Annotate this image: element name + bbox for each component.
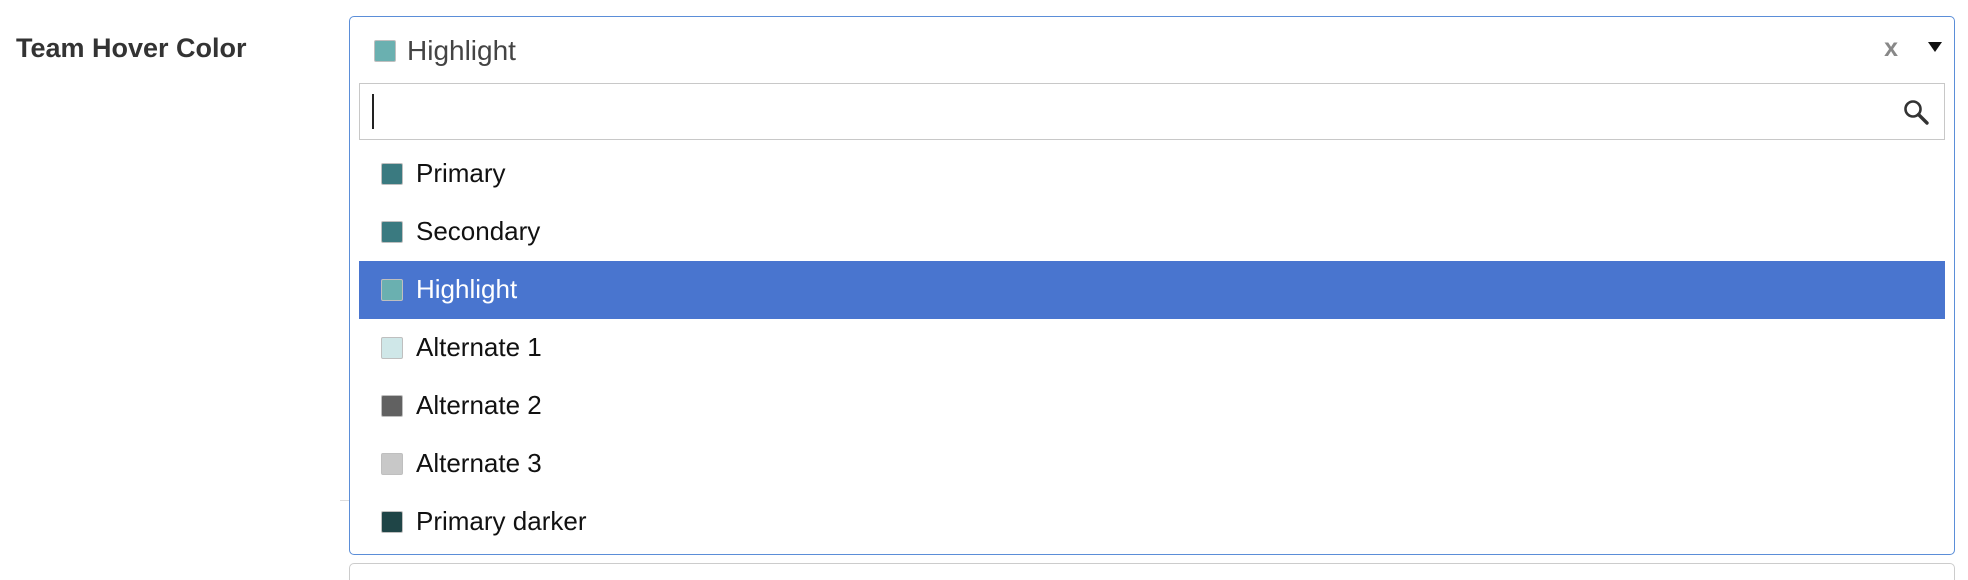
option-primary[interactable]: Primary (359, 145, 1945, 203)
select-head[interactable]: Highlight x (350, 17, 1954, 81)
color-swatch (381, 453, 403, 475)
selected-value: Highlight (407, 35, 516, 66)
option-label: Primary (416, 158, 506, 188)
color-select[interactable]: Highlight x Primary Secondary Highlight … (349, 16, 1955, 555)
caret-down-icon[interactable] (1927, 39, 1943, 55)
option-label: Highlight (416, 274, 518, 304)
option-label: Primary darker (416, 506, 587, 536)
option-alternate-1[interactable]: Alternate 1 (359, 319, 1945, 377)
color-swatch (381, 221, 403, 243)
option-label: Alternate 1 (416, 332, 542, 362)
text-cursor (372, 94, 374, 129)
color-swatch (381, 337, 403, 359)
color-swatch (381, 511, 403, 533)
next-field[interactable] (349, 563, 1955, 580)
option-label: Alternate 3 (416, 448, 542, 478)
clear-button[interactable]: x (1884, 34, 1898, 63)
search-box (359, 83, 1945, 140)
selected-color-swatch (374, 40, 396, 62)
option-secondary[interactable]: Secondary (359, 203, 1945, 261)
option-alternate-2[interactable]: Alternate 2 (359, 377, 1945, 435)
color-swatch (381, 395, 403, 417)
field-label: Team Hover Color (16, 33, 247, 63)
options-list: Primary Secondary Highlight Alternate 1 … (359, 145, 1945, 551)
option-label: Alternate 2 (416, 390, 542, 420)
option-highlight[interactable]: Highlight (359, 261, 1945, 319)
option-alternate-3[interactable]: Alternate 3 (359, 435, 1945, 493)
color-swatch (381, 163, 403, 185)
search-icon (1902, 98, 1930, 126)
option-label: Secondary (416, 216, 541, 246)
option-primary-darker[interactable]: Primary darker (359, 493, 1945, 551)
page: Team Hover Color Highlight x Primary Sec… (0, 0, 1968, 580)
search-input[interactable] (360, 84, 1892, 138)
color-swatch (381, 279, 403, 301)
